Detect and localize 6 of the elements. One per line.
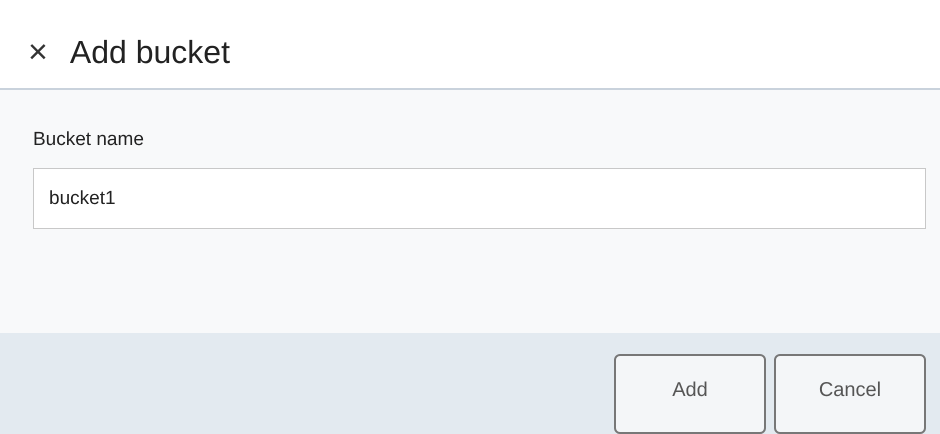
cancel-button[interactable]: Cancel bbox=[774, 354, 926, 434]
add-button[interactable]: Add bbox=[614, 354, 766, 434]
bucket-name-field[interactable]: bucket1 bbox=[33, 168, 926, 230]
close-icon[interactable]: × bbox=[28, 34, 48, 69]
dialog-title: Add bucket bbox=[70, 32, 230, 72]
field-label: Bucket name bbox=[33, 128, 145, 152]
